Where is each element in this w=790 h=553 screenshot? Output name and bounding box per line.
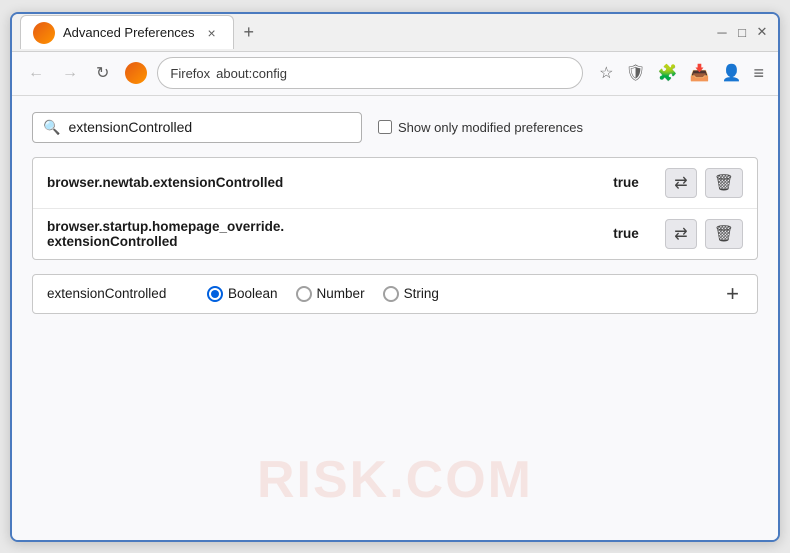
tab-favicon [33,22,55,44]
close-button[interactable]: ✕ [754,24,770,40]
profile-icon[interactable]: 👤 [720,61,744,85]
toggle-button[interactable]: ⇄ [665,168,696,198]
type-radio-group: Boolean Number String [207,286,702,302]
watermark: RISK.COM [257,450,533,510]
row-actions: ⇄ 🗑 [665,168,743,198]
active-tab[interactable]: Advanced Preferences × [20,15,234,49]
pref-value: true [613,175,653,190]
new-pref-name: extensionControlled [47,286,187,301]
extension-icon[interactable]: 🧩 [656,61,680,85]
toggle-button[interactable]: ⇄ [665,219,696,249]
radio-boolean-label: Boolean [228,286,278,301]
tab-title: Advanced Preferences [63,25,195,40]
delete-button[interactable]: 🗑 [705,168,743,198]
show-modified-label: Show only modified preferences [398,120,583,135]
new-tab-button[interactable]: + [238,23,261,41]
window-controls: ─ □ ✕ [714,24,770,40]
pref-name-line2: extensionControlled [47,234,601,249]
radio-number[interactable]: Number [296,286,365,302]
pref-name: browser.newtab.extensionControlled [47,175,601,190]
reload-button[interactable]: ↻ [90,59,115,87]
radio-boolean[interactable]: Boolean [207,286,278,302]
radio-string[interactable]: String [383,286,439,302]
pref-name-line1: browser.startup.homepage_override. [47,219,601,234]
content-area: RISK.COM 🔍 Show only modified preference… [12,96,778,540]
delete-button[interactable]: 🗑 [705,219,743,249]
search-icon: 🔍 [43,119,60,136]
add-preference-row: extensionControlled Boolean Number Strin… [32,274,758,314]
title-bar: Advanced Preferences × + ─ □ ✕ [12,14,778,52]
show-modified-checkbox[interactable] [378,120,392,134]
add-pref-button[interactable]: + [722,283,743,305]
radio-number-circle [296,286,312,302]
browser-name: Firefox [170,66,210,81]
navigation-bar: ← → ↻ Firefox about:config ☆ 🛡 🧩 📥 👤 ≡ [12,52,778,96]
address-bar[interactable]: Firefox about:config [157,57,583,89]
search-input[interactable] [68,119,351,135]
radio-string-label: String [404,286,439,301]
show-modified-checkbox-area[interactable]: Show only modified preferences [378,120,583,135]
search-bar: 🔍 Show only modified preferences [32,112,758,143]
shield-icon[interactable]: 🛡 [623,61,647,85]
tab-close-btn[interactable]: × [203,24,221,42]
back-button[interactable]: ← [22,60,50,86]
radio-boolean-inner [211,290,219,298]
minimize-button[interactable]: ─ [714,24,730,40]
forward-button[interactable]: → [56,60,84,86]
pref-value: true [613,226,653,241]
restore-button[interactable]: □ [734,24,750,40]
radio-number-label: Number [317,286,365,301]
browser-window: Advanced Preferences × + ─ □ ✕ ← → ↻ Fir… [10,12,780,542]
radio-boolean-circle [207,286,223,302]
results-table: browser.newtab.extensionControlled true … [32,157,758,260]
download-icon[interactable]: 📥 [688,61,712,85]
nav-icons: ☆ 🛡 🧩 📥 👤 [597,61,743,85]
address-url: about:config [216,66,287,81]
pref-name-multiline: browser.startup.homepage_override. exten… [47,219,601,249]
menu-button[interactable]: ≡ [749,59,768,88]
star-icon[interactable]: ☆ [597,61,615,85]
firefox-logo [125,62,147,84]
search-input-wrapper: 🔍 [32,112,362,143]
table-row[interactable]: browser.newtab.extensionControlled true … [33,158,757,209]
radio-string-circle [383,286,399,302]
table-row[interactable]: browser.startup.homepage_override. exten… [33,209,757,259]
row-actions: ⇄ 🗑 [665,219,743,249]
